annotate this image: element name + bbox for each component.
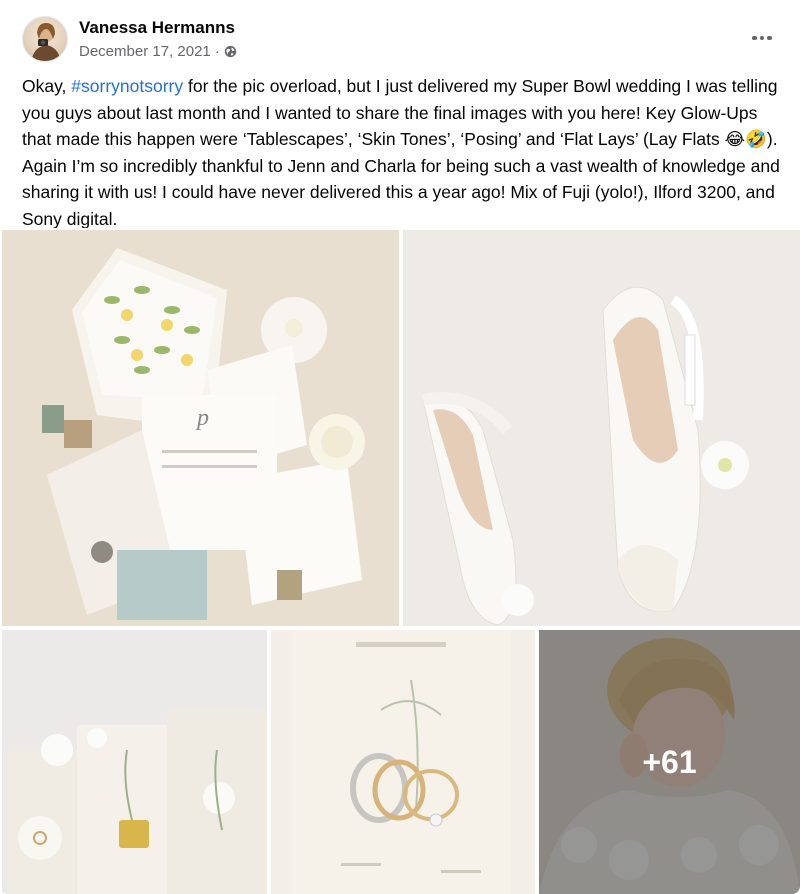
more-photos-overlay[interactable]: +61 (539, 630, 800, 894)
facebook-post: Vanessa Hermanns December 17, 2021 · Oka… (0, 0, 800, 894)
hashtag-link[interactable]: #sorrynotsorry (71, 76, 183, 96)
author-name[interactable]: Vanessa Hermanns (79, 18, 235, 38)
more-photos-count: +61 (642, 743, 697, 780)
photo-ring-box-flat-lay[interactable] (2, 630, 267, 894)
photo-bridal-shoes[interactable] (403, 230, 800, 626)
post-text: Okay, #sorrynotsorry for the pic overloa… (22, 73, 782, 232)
photo-wedding-rings[interactable] (271, 630, 535, 894)
avatar-image (31, 23, 61, 61)
post-text-intro: Okay, (22, 76, 72, 96)
avatar[interactable] (22, 16, 68, 62)
more-options-icon[interactable] (748, 28, 776, 48)
meta-separator: · (214, 43, 220, 60)
post-text-body: for the pic overload, but I just deliver… (22, 76, 780, 229)
globe-icon[interactable] (224, 45, 237, 58)
post-meta: December 17, 2021 · (79, 43, 237, 60)
post-date[interactable]: December 17, 2021 (79, 43, 211, 60)
photo-bride-portrait[interactable]: +61 (539, 630, 800, 894)
photo-stationery-flat-lay[interactable]: p (2, 230, 399, 626)
photo-grid: p +61 (0, 228, 800, 894)
svg-text:p: p (195, 405, 209, 431)
